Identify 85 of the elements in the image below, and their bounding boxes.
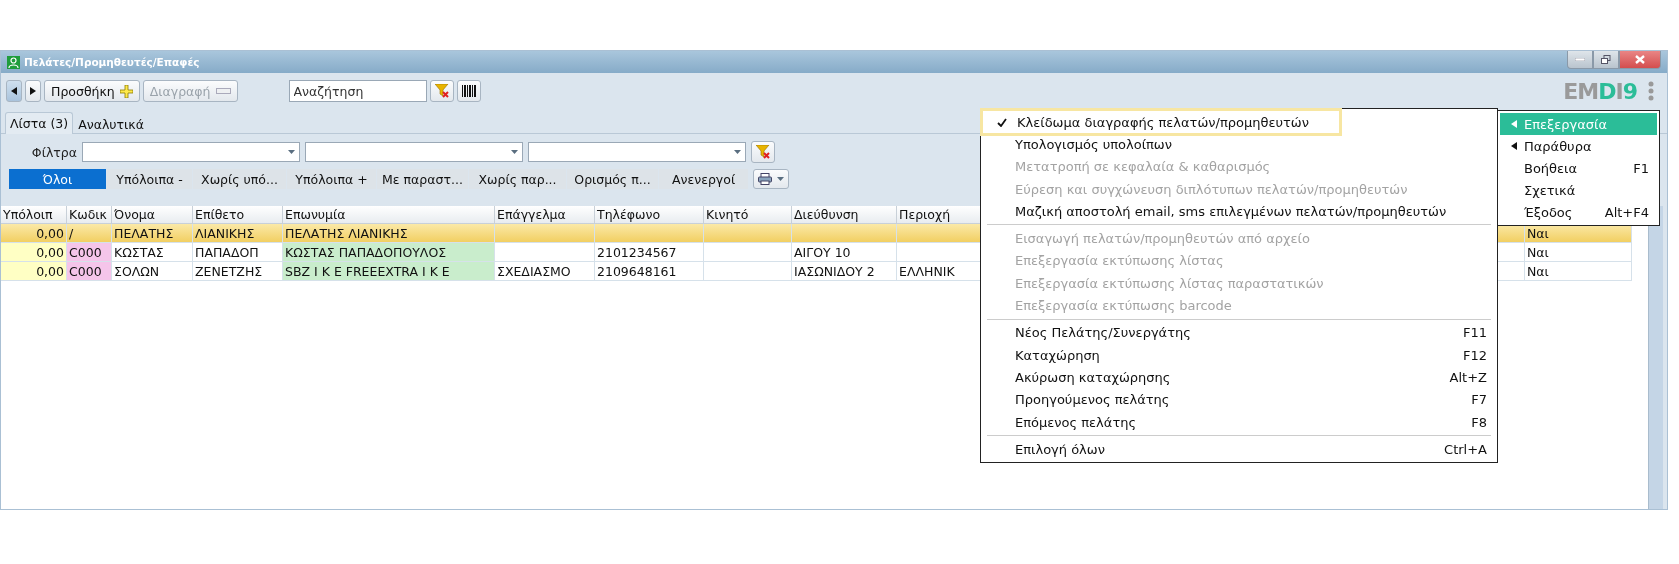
column-header[interactable]: Επάγγελμα bbox=[495, 206, 595, 224]
column-header[interactable]: Κωδικ bbox=[67, 206, 112, 224]
column-header[interactable]: Επωνυμία bbox=[283, 206, 495, 224]
window-title: Πελάτες/Προμηθευτές/Επαφές bbox=[24, 56, 200, 68]
scrollbar[interactable] bbox=[1648, 206, 1663, 509]
filter-segment[interactable]: Υπόλοιπα - bbox=[107, 169, 192, 189]
close-button[interactable] bbox=[1619, 51, 1661, 69]
clear-filter-button[interactable] bbox=[429, 80, 454, 102]
table-cell: Ναι bbox=[1525, 262, 1632, 281]
right-arrow-icon bbox=[30, 87, 36, 95]
table-cell: ΠΕΛΑΤΗΣ ΛΙΑΝΙΚΗΣ bbox=[283, 224, 495, 243]
column-header[interactable]: Διεύθυνση bbox=[792, 206, 897, 224]
table-cell: Ναι bbox=[1525, 243, 1632, 262]
print-button[interactable] bbox=[753, 169, 789, 189]
filter-segment[interactable]: Ανενεργοί bbox=[659, 169, 748, 189]
logo: EMDI9 bbox=[1563, 78, 1637, 104]
column-header[interactable]: Υπόλοιπ bbox=[1, 206, 67, 224]
table-cell: 2109648161 bbox=[595, 262, 704, 281]
table-cell: ΣΟΛΩΝ bbox=[112, 262, 193, 281]
menu-item[interactable]: Υπολογισμός υπολοίπων bbox=[981, 133, 1497, 156]
barcode-button[interactable] bbox=[456, 80, 481, 102]
menu-item[interactable]: Σχετικά bbox=[1500, 179, 1657, 201]
table-cell: ΛΙΑΝΙΚΗΣ bbox=[193, 224, 283, 243]
table-cell: ΚΩΣΤΑΣ bbox=[112, 243, 193, 262]
menu-item[interactable]: Ακύρωση καταχώρησης Alt+Z bbox=[981, 366, 1497, 389]
filter-segment[interactable]: Όλοι bbox=[9, 169, 106, 189]
table-cell: ΠΕΛΑΤΗΣ bbox=[112, 224, 193, 243]
table-cell: ΚΩΣΤΑΣ ΠΑΠΑΔΟΠΟΥΛΟΣ bbox=[283, 243, 495, 262]
filter-segment[interactable]: Υπόλοιπα + bbox=[287, 169, 376, 189]
restore-icon bbox=[1601, 54, 1611, 65]
table-cell: 0,00 bbox=[1, 262, 67, 281]
clear-filter-button[interactable] bbox=[751, 141, 775, 163]
table-cell: C000 bbox=[67, 262, 112, 281]
caret-icon bbox=[511, 150, 518, 154]
menu-item[interactable]: Επιλογή όλων Ctrl+A bbox=[981, 438, 1497, 461]
filters-label: Φίλτρα bbox=[30, 144, 77, 160]
filter-clear-icon bbox=[756, 145, 770, 159]
menu-item[interactable]: Καταχώρηση F12 bbox=[981, 343, 1497, 367]
minimize-icon bbox=[1575, 58, 1585, 61]
menu-item[interactable]: Παράθυρα bbox=[1500, 135, 1657, 157]
filter-dropdown[interactable] bbox=[305, 142, 523, 162]
next-button[interactable] bbox=[25, 80, 41, 102]
minus-icon bbox=[215, 88, 231, 94]
table-cell: SBZ I K E FREEEXTRA I K E bbox=[283, 262, 495, 281]
table-cell: 2101234567 bbox=[595, 243, 704, 262]
filter-segment[interactable]: Χωρίς παρ... bbox=[469, 169, 566, 189]
table-cell: 0,00 bbox=[1, 243, 67, 262]
menu-item[interactable]: Κλείδωμα διαγραφής πελατών/προμηθευτών bbox=[983, 111, 1339, 134]
table-cell: ΙΑΣΩΝΙΔΟΥ 2 bbox=[792, 262, 897, 281]
table-cell: ΑΙΓΟΥ 10 bbox=[792, 243, 897, 262]
table-cell: / bbox=[67, 224, 112, 243]
printer-icon bbox=[758, 173, 772, 185]
tab[interactable]: Λίστα (3) bbox=[5, 112, 74, 134]
left-arrow-icon bbox=[11, 87, 17, 95]
filter-segment[interactable]: Ορισμός π... bbox=[567, 169, 658, 189]
menu-item[interactable]: Μαζική αποστολή email, sms επιλεγμένων πελατών/προμηθευτών bbox=[981, 200, 1497, 223]
search-field[interactable]: Αναζήτηση bbox=[288, 80, 427, 102]
add-button[interactable]: Προσθήκη bbox=[44, 80, 140, 102]
tab[interactable]: Αναλυτικά bbox=[73, 114, 149, 134]
menu-item[interactable]: Βοήθεια F1 bbox=[1500, 157, 1657, 179]
filter-clear-icon bbox=[434, 84, 449, 98]
menu-item[interactable]: Προηγούμενος πελάτης F7 bbox=[981, 388, 1497, 411]
menu-item[interactable]: Έξοδος Alt+F4 bbox=[1500, 201, 1657, 223]
plus-icon bbox=[119, 84, 133, 98]
column-header[interactable]: Όνομα bbox=[112, 206, 193, 224]
column-header[interactable]: Κινητό bbox=[704, 206, 792, 224]
close-icon bbox=[1635, 55, 1645, 64]
filter-segment[interactable]: Με παραστ... bbox=[377, 169, 468, 189]
caret-icon bbox=[777, 177, 784, 181]
previous-button[interactable] bbox=[6, 80, 22, 102]
table-cell: ΣΧΕΔΙΑΣΜΟ bbox=[495, 262, 595, 281]
caret-icon bbox=[288, 150, 295, 154]
restore-button[interactable] bbox=[1593, 51, 1619, 69]
column-header[interactable]: Επίθετο bbox=[193, 206, 283, 224]
menu-item[interactable]: Επόμενος πελάτης F8 bbox=[981, 410, 1497, 434]
caret-icon bbox=[734, 150, 741, 154]
menu-item[interactable]: Νέος Πελάτης/Συνεργάτης F11 bbox=[981, 321, 1497, 344]
barcode-icon bbox=[461, 85, 476, 97]
table-cell: 0,00 bbox=[1, 224, 67, 243]
filter-dropdown[interactable] bbox=[528, 142, 746, 162]
table-cell: C000 bbox=[67, 243, 112, 262]
filter-segment[interactable]: Χωρίς υπό... bbox=[193, 169, 286, 189]
column-header[interactable]: Τηλέφωνο bbox=[595, 206, 704, 224]
people-icon bbox=[7, 55, 20, 69]
filter-dropdown[interactable] bbox=[82, 142, 300, 162]
